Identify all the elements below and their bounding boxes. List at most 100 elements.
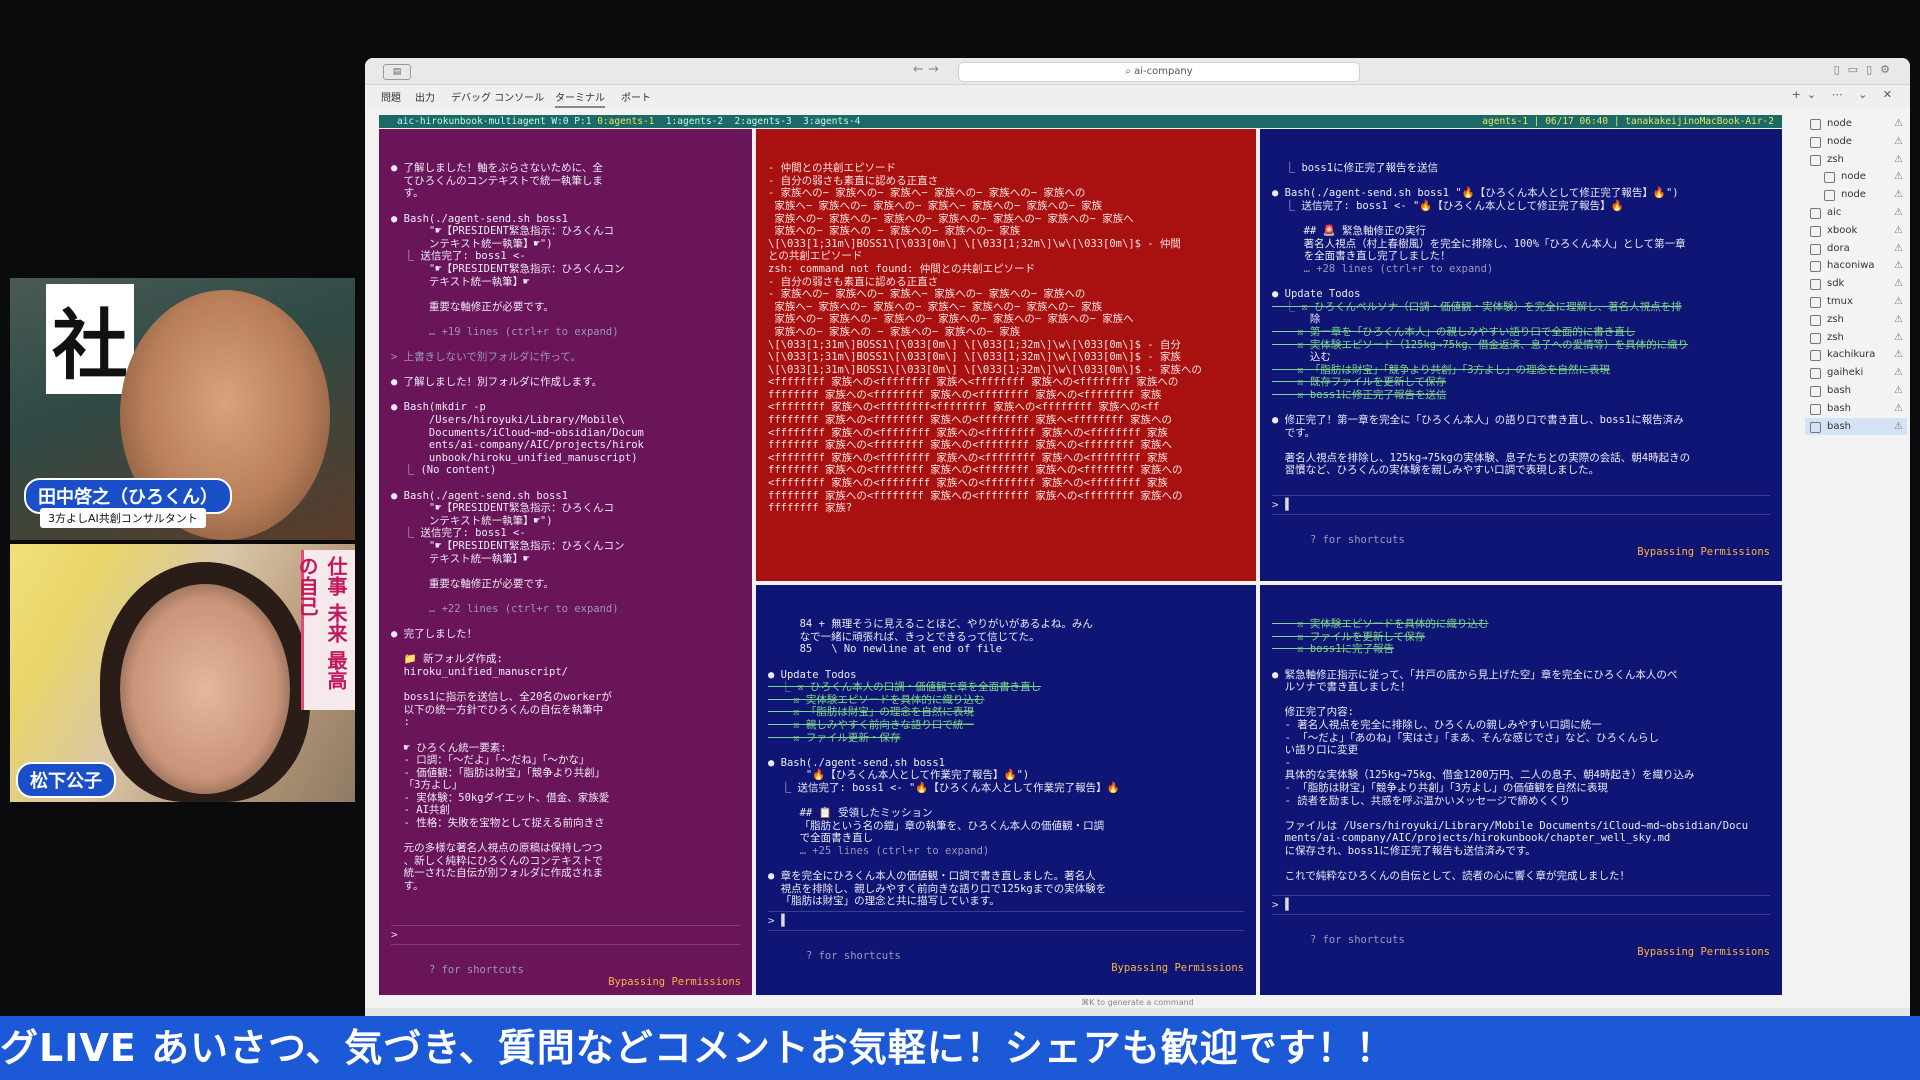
terminal-line: ● 完了しました！ [391, 628, 478, 641]
terminal-line: ⎿ (No content) [391, 464, 497, 477]
terminal-pane-president[interactable]: ● 了解しました！軸をぶらさないために、全 てひろくんのコンテキストで統一執筆し… [379, 129, 752, 995]
pane-output: - 仲間との共創エピソード - 自分の弱さも素直に認める正直さ - 家族への− 家族… [768, 162, 1246, 515]
terminal-list-item[interactable]: node ⚠ [1805, 133, 1907, 151]
warning-icon: ⚠ [1894, 384, 1903, 396]
terminal-list-label: haconiwa [1827, 260, 1875, 272]
terminal-list-item[interactable]: dora ⚠ [1805, 240, 1907, 258]
terminal-pane-worker-2[interactable]: 84 + 無理そうに見えることほど、やりがいがあるよね。みん なで一緒に頑張れば… [756, 585, 1256, 995]
terminal-icon [1810, 314, 1821, 326]
pane-output: 84 + 無理そうに見えることほど、やりがいがあるよね。みん なで一緒に頑張れば… [768, 618, 1246, 908]
terminal-line: 「脂肪は財宝」の理念と共に描写しています。 [768, 895, 1000, 908]
terminal-list-item[interactable]: bash ⚠ [1805, 382, 1907, 400]
terminal-line: 、新しく純粋にひろくんのコンテキストで [391, 854, 603, 867]
terminal-line: ☒ 親しみやすく前向きな語り口で統一 [768, 718, 974, 731]
terminal-line: 「脂肪という名の鎧」章の執筆を、ひろくん本人の価値観・口調 [768, 819, 1105, 832]
terminal-list-item[interactable]: bash ⚠ [1805, 400, 1907, 418]
pane-output: ● 了解しました！軸をぶらさないために、全 てひろくんのコンテキストで統一執筆し… [391, 162, 742, 892]
terminal-line: ☒ ファイルを更新して保存 [1272, 630, 1426, 643]
pane-output: ☒ 実体験エピソードを具体的に織り込む ☒ ファイルを更新して保存 ☒ boss… [1272, 618, 1772, 882]
terminal-list-label: kachikura [1827, 349, 1876, 361]
terminal-line: boss1に指示を送信し、全20名のworkerが [391, 691, 612, 704]
terminal-line: - 口調：「〜だよ」「〜だね」「〜かな」 [391, 754, 590, 767]
terminal-icon [1824, 172, 1835, 184]
shortcuts-hint: ? for shortcuts [1309, 933, 1405, 946]
warning-icon: ⚠ [1894, 367, 1903, 379]
tab-debug-console[interactable]: デバッグ コンソール [451, 89, 544, 104]
tab-terminal[interactable]: ターミナル [555, 89, 605, 108]
terminal-list-item[interactable]: node ⚠ [1805, 168, 1907, 186]
terminal-list-label: xbook [1827, 224, 1858, 236]
terminal-list-item[interactable]: bash ⚠ [1805, 417, 1907, 436]
terminal-pane-boss[interactable]: - 仲間との共創エピソード - 自分の弱さも素直に認める正直さ - 家族への− 家族… [756, 129, 1256, 581]
terminal-line: - 性格：失敗を宝物として捉える前向きさ [391, 817, 605, 830]
terminal-line: ☒ ファイル更新・保存 [768, 731, 901, 744]
warning-icon: ⚠ [1894, 118, 1903, 129]
terminal-icon [1824, 190, 1835, 202]
terminal-list-item[interactable]: aic ⚠ [1805, 204, 1907, 222]
terminal-list-item[interactable]: haconiwa ⚠ [1805, 257, 1907, 275]
pane-prompt[interactable]: > ▌ [1272, 895, 1770, 915]
terminal-list-item[interactable]: gaiheki ⚠ [1805, 364, 1907, 382]
panel-actions[interactable]: +⌄ ⋯ ⌄ ✕ [1792, 88, 1898, 101]
terminal-line: す。 [391, 880, 424, 893]
terminal-line: ● Bash(mkdir -p [391, 401, 486, 414]
bypass-status: Bypassing Permissions [1111, 962, 1244, 975]
terminal-list-item[interactable]: zsh ⚠ [1805, 329, 1907, 347]
title-bar: ▤ ← → ⌕ ai-company ▯▭▯⚙ [365, 58, 1910, 85]
terminal-line: ## 📋 受領したミッション [768, 807, 933, 820]
terminal-icon [1810, 243, 1821, 255]
terminal-line: "☛【PRESIDENT緊急指示：ひろくんコ [391, 502, 614, 515]
terminal-line: - [1272, 756, 1291, 769]
terminal-list-label: aic [1827, 206, 1842, 218]
nav-arrows[interactable]: ← → [913, 62, 939, 77]
terminal-list-item[interactable]: sdk ⚠ [1805, 275, 1907, 293]
warning-icon: ⚠ [1894, 189, 1903, 201]
terminal-line: ## 🚨 緊急軸修正の実行 [1272, 225, 1426, 238]
tab-problems[interactable]: 問題 [381, 89, 401, 104]
tmux-window-3: 2:agents-3 [734, 116, 792, 127]
pane-prompt[interactable]: > ▌ [768, 911, 1244, 931]
terminal-line: 統一された自伝が別フォルダに作成されま [391, 867, 604, 880]
terminal-list-item[interactable]: xbook ⚠ [1805, 222, 1907, 240]
terminal-line: ffffffff 家族への<ffffffff 家族への<ffffffff 家族へ… [768, 388, 1162, 401]
warning-icon: ⚠ [1894, 331, 1903, 343]
terminal-pane-worker-1[interactable]: ⎿ boss1に修正完了報告を送信 ● Bash(./agent-send.sh… [1260, 129, 1782, 581]
pane-prompt[interactable]: > [391, 925, 740, 945]
terminal-list-label: zsh [1827, 331, 1844, 343]
command-center-search[interactable]: ⌕ ai-company [958, 62, 1360, 82]
terminal-list-item[interactable]: kachikura ⚠ [1805, 346, 1907, 364]
pane-prompt[interactable]: > ▌ [1272, 495, 1770, 515]
terminal-list-item[interactable]: node ⚠ [1805, 115, 1907, 133]
terminal-pane-worker-3[interactable]: ☒ 実体験エピソードを具体的に織り込む ☒ ファイルを更新して保存 ☒ boss… [1260, 585, 1782, 995]
terminal-line: ffffffff 家族への<ffffffff 家族への<ffffffff 家族へ… [768, 464, 1183, 477]
terminal-list-label: node [1841, 189, 1866, 201]
terminal-line: ⎿ 送信完了: boss1 <- "🔥【ひろくん本人として修正完了報告】🔥 [1272, 199, 1624, 212]
terminal-line: ☒ 第一章を「ひろくん本人」の親しみやすい語り口で全面的に書き直し [1272, 325, 1636, 338]
terminal-list-item[interactable]: tmux ⚠ [1805, 293, 1907, 311]
layout-icons[interactable]: ▯▭▯⚙ [1834, 63, 1898, 76]
terminal-line: ルソナで書き直しました！ [1272, 681, 1411, 694]
terminal-list-item[interactable]: zsh ⚠ [1805, 311, 1907, 329]
tab-ports[interactable]: ポート [621, 89, 651, 104]
warning-icon: ⚠ [1894, 420, 1903, 432]
tab-output[interactable]: 出力 [415, 89, 435, 104]
terminal-line: ンテキスト統一執筆】☛") [391, 514, 553, 527]
terminal-list-item[interactable]: node ⚠ [1805, 186, 1907, 204]
terminal-line: ffffffff 家族? [768, 502, 853, 515]
terminal-line: … +19 lines (ctrl+r to expand) [391, 325, 619, 338]
terminal-line: - 著名人視点を完全に排除し、ひろくんの親しみやすい口調に統一 [1272, 718, 1602, 731]
terminal-line: ● 章を完全にひろくん本人の価値観・口調で書き直しました。著名人 [768, 870, 1096, 883]
terminal-line: 著名人視点を排除し、125kg→75kgの実体験、息子たちとの実際の会話、朝4時… [1272, 451, 1691, 464]
terminal-line: 修正完了内容: [1272, 706, 1354, 719]
terminal-list-item[interactable]: zsh ⚠ [1805, 151, 1907, 169]
sidebar-toggle-icon[interactable]: ▤ [383, 64, 411, 80]
